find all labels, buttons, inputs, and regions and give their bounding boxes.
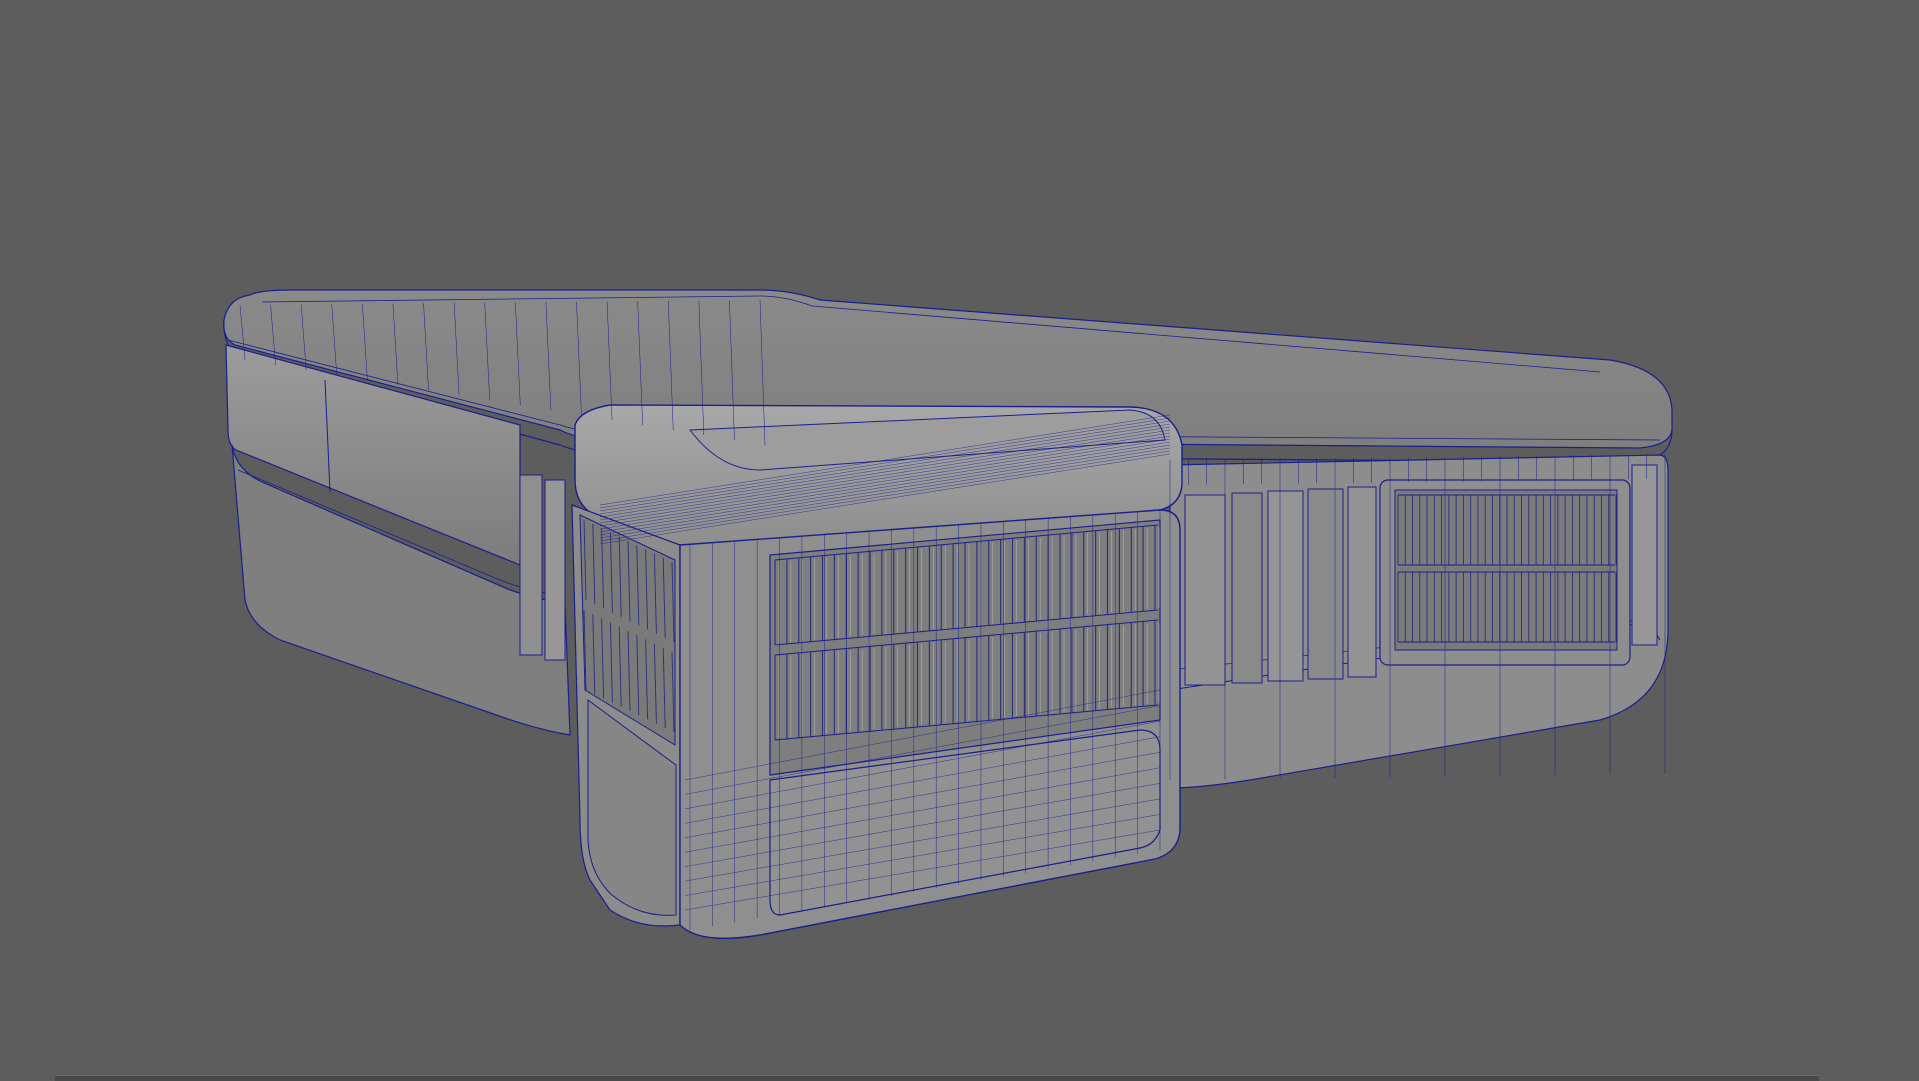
left-corner-ribs xyxy=(519,474,566,661)
rib xyxy=(1231,492,1263,684)
rib xyxy=(1307,488,1344,680)
scene-canvas[interactable] xyxy=(0,0,1919,1080)
side-end-cap xyxy=(1631,464,1658,646)
timeline-strip[interactable] xyxy=(55,1075,1819,1081)
3d-viewport[interactable] xyxy=(0,0,1919,1081)
side-grille-panel[interactable] xyxy=(1379,464,1658,666)
rib xyxy=(1184,494,1226,686)
side-grille-inset xyxy=(1394,489,1618,651)
rib xyxy=(1267,490,1304,682)
rib xyxy=(1347,486,1377,678)
